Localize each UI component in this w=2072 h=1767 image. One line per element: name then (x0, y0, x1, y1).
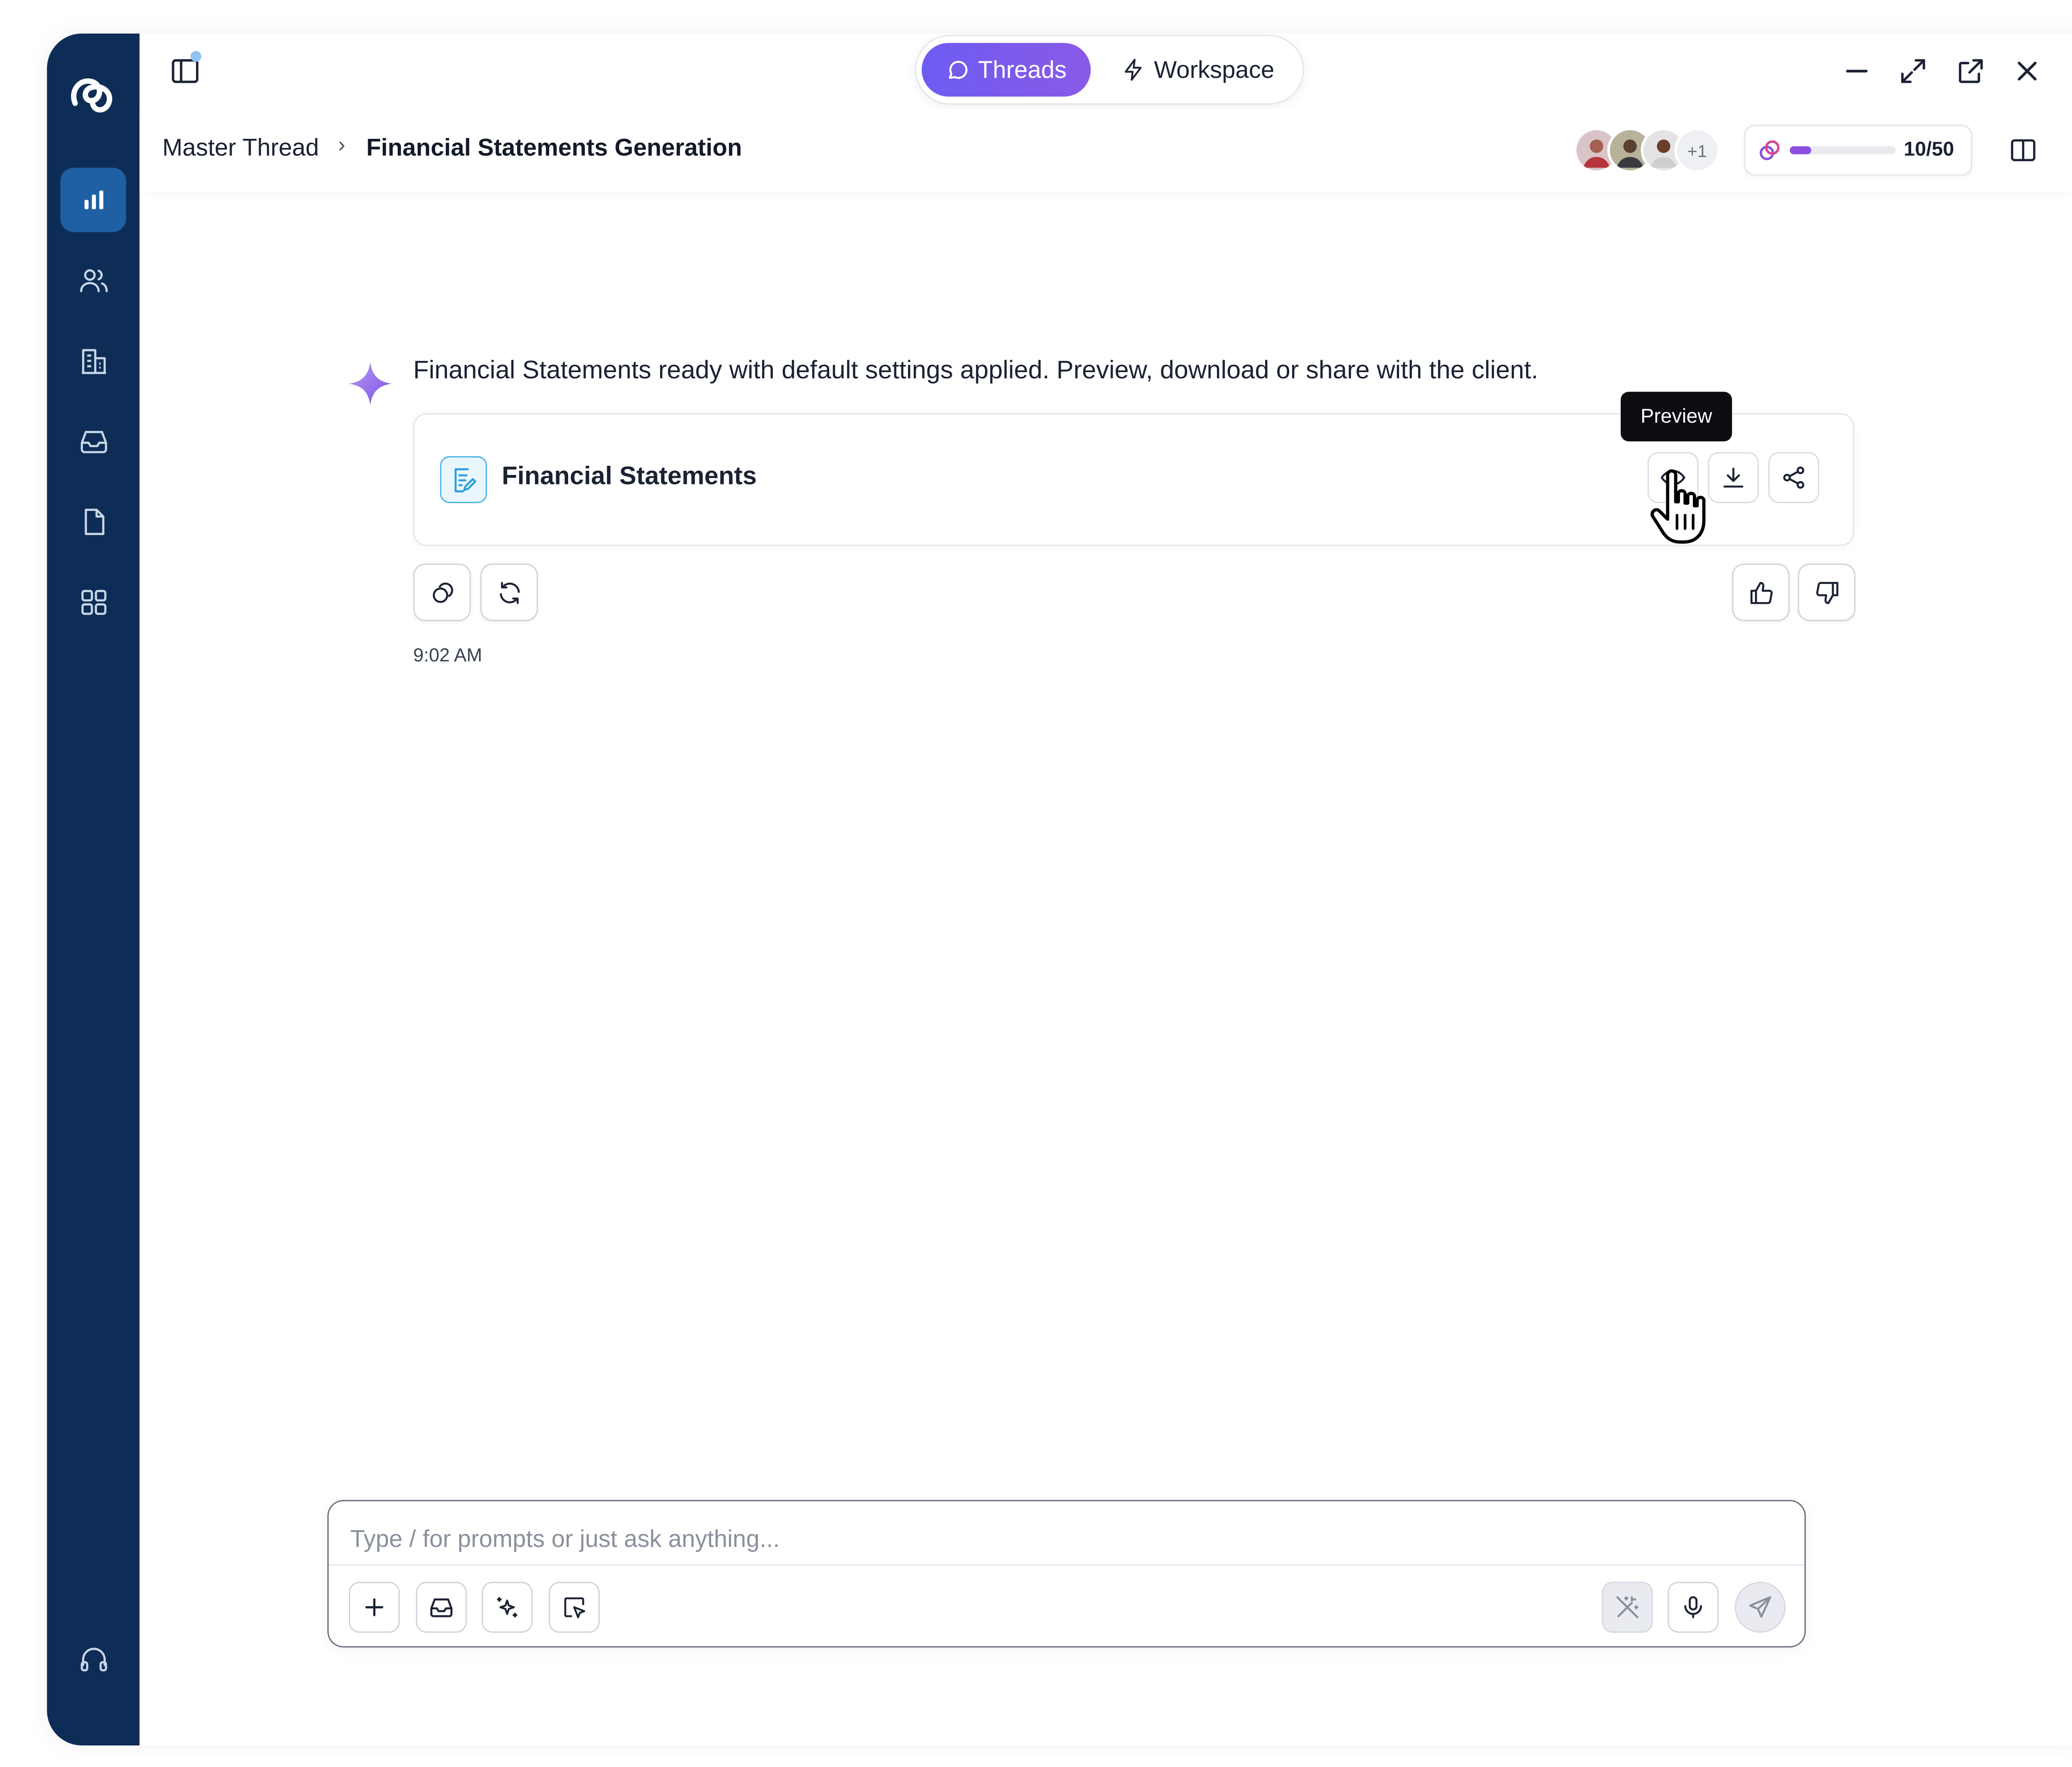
sidebar-item-documents[interactable] (61, 490, 126, 554)
assistant-message: Financial Statements ready with default … (413, 357, 1539, 385)
download-button[interactable] (1708, 452, 1759, 503)
ai-prompts-button[interactable] (482, 1582, 533, 1633)
magic-wand-button[interactable] (1602, 1582, 1653, 1633)
select-element-button[interactable] (549, 1582, 600, 1633)
external-link-icon[interactable] (1955, 55, 1987, 87)
apps-grid-icon (80, 590, 106, 615)
hand-cursor-icon (1651, 469, 1706, 544)
dashboard-chart-icon (84, 190, 103, 210)
regenerate-button[interactable] (480, 563, 538, 621)
ai-sparkle-icon (349, 362, 392, 405)
prompt-input[interactable] (347, 1520, 1775, 1558)
document-card-title: Financial Statements (501, 462, 757, 491)
microphone-icon (1684, 1596, 1702, 1619)
inbox-icon (430, 1598, 453, 1617)
link-rings-icon (1760, 140, 1780, 160)
share-icon (1783, 466, 1804, 489)
users-icon (79, 269, 107, 293)
message-timestamp: 9:02 AM (413, 644, 482, 666)
microphone-button[interactable] (1668, 1582, 1719, 1633)
minimize-icon[interactable] (1841, 55, 1873, 87)
magic-wand-icon (1616, 1596, 1639, 1619)
sidebar (47, 33, 140, 1745)
composer (327, 1500, 1806, 1648)
page-title: Financial Statements Generation (366, 134, 742, 161)
refresh-icon (499, 581, 519, 604)
expand-icon[interactable] (1897, 55, 1929, 87)
split-view-icon[interactable] (2009, 136, 2038, 165)
credits-meter[interactable]: 10/50 (1744, 125, 1973, 176)
cursor-select-icon (564, 1597, 586, 1619)
app-stage: Threads Workspace Master Thread › Financ… (0, 0, 2072, 1767)
credits-count: 10/50 (1904, 138, 1954, 161)
thumbs-down-button[interactable] (1798, 563, 1856, 621)
document-icon (84, 508, 104, 535)
breadcrumb-separator: › (338, 134, 346, 157)
sidebar-item-users[interactable] (61, 248, 126, 312)
share-button[interactable] (1768, 452, 1820, 503)
thumbs-up-icon (1750, 581, 1772, 604)
inbox-attach-button[interactable] (416, 1582, 467, 1633)
preview-tooltip: Preview (1620, 392, 1732, 442)
document-edit-icon (440, 456, 487, 503)
notification-dot (190, 51, 201, 62)
composer-divider (329, 1564, 1805, 1566)
thumbs-up-button[interactable] (1732, 563, 1790, 621)
tab-threads-label: Threads (978, 56, 1067, 83)
tab-workspace[interactable]: Workspace (1104, 43, 1292, 97)
app-logo-icon[interactable] (67, 71, 118, 117)
download-icon (1723, 467, 1743, 488)
copy-button[interactable] (413, 563, 471, 621)
headset-icon (80, 1648, 107, 1672)
tab-threads[interactable]: Threads (922, 43, 1091, 97)
sidebar-item-apps[interactable] (61, 570, 126, 634)
thumbs-down-icon (1815, 581, 1838, 604)
sidebar-item-support[interactable] (61, 1627, 126, 1692)
tab-workspace-label: Workspace (1154, 56, 1275, 83)
copy-icon (432, 582, 453, 603)
credits-progress-fill (1789, 146, 1811, 155)
view-switcher: Threads Workspace (915, 35, 1304, 105)
sidebar-item-inbox[interactable] (61, 409, 126, 473)
close-icon[interactable] (2011, 55, 2043, 87)
building-icon (81, 349, 106, 374)
lightning-icon (1125, 58, 1142, 81)
app-window (47, 33, 2072, 1745)
inbox-icon (80, 431, 107, 453)
attach-button[interactable] (349, 1582, 400, 1633)
sparkles-icon (497, 1597, 518, 1617)
sidebar-item-dashboard[interactable] (60, 167, 126, 232)
more-collaborators-badge: +1 (1674, 127, 1720, 173)
breadcrumb-bar: Master Thread › Financial Statements Gen… (139, 109, 2072, 192)
credits-progress-track (1789, 146, 1896, 155)
plus-icon (365, 1598, 383, 1617)
sidebar-item-companies[interactable] (61, 329, 126, 393)
top-bar: Threads Workspace (140, 34, 2072, 109)
send-icon (1749, 1596, 1772, 1618)
breadcrumb-parent[interactable]: Master Thread (162, 134, 319, 162)
chat-bubble-icon (949, 61, 968, 79)
send-button[interactable] (1735, 1582, 1786, 1633)
